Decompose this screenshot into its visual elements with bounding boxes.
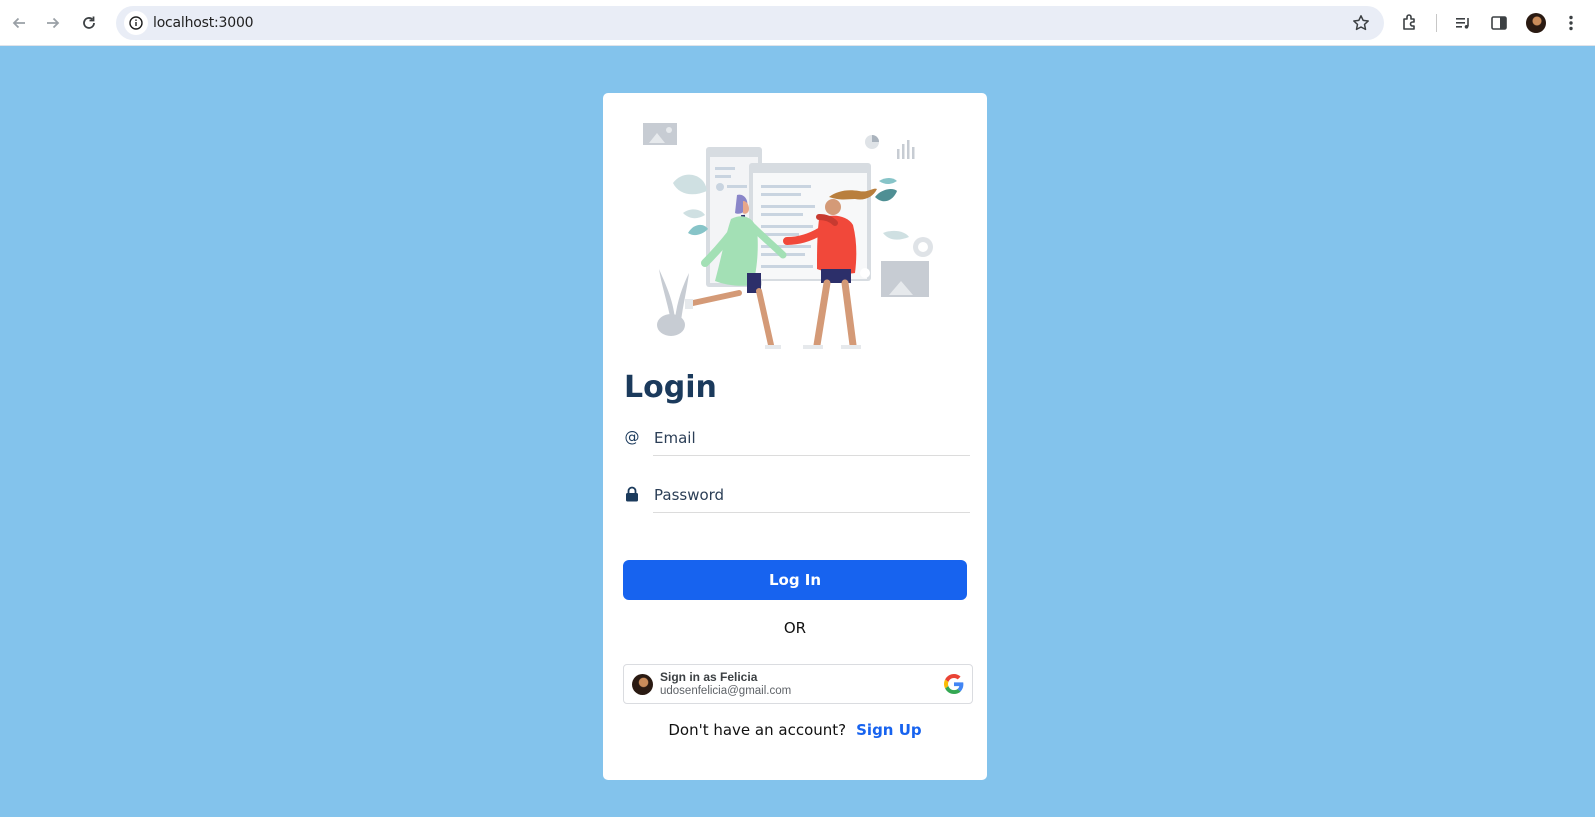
browser-toolbar: localhost:3000 xyxy=(0,0,1595,46)
side-panel-icon[interactable] xyxy=(1488,12,1510,34)
google-logo-icon xyxy=(944,674,964,694)
email-input[interactable] xyxy=(653,420,970,456)
media-control-icon[interactable] xyxy=(1452,12,1474,34)
signup-prompt: Don't have an account? xyxy=(668,721,847,739)
password-input[interactable] xyxy=(653,477,970,513)
profile-avatar[interactable] xyxy=(1526,13,1546,33)
signup-link[interactable]: Sign Up xyxy=(856,721,922,739)
bookmark-star-icon[interactable] xyxy=(1352,14,1370,37)
collaboration-illustration xyxy=(643,123,933,349)
google-account-email: udosenfelicia@gmail.com xyxy=(660,685,792,697)
extensions-icon[interactable] xyxy=(1399,12,1421,34)
email-field: @ xyxy=(623,420,970,470)
url-text[interactable]: localhost:3000 xyxy=(153,15,254,31)
avatar xyxy=(632,674,653,695)
more-menu-icon[interactable] xyxy=(1560,12,1582,34)
forward-button[interactable] xyxy=(40,10,66,36)
signup-row: Don't have an account? Sign Up xyxy=(603,721,987,739)
login-button[interactable]: Log In xyxy=(623,560,967,600)
site-info-icon[interactable] xyxy=(124,11,148,35)
address-bar[interactable]: localhost:3000 xyxy=(116,6,1384,40)
google-account-name: Sign in as Felicia xyxy=(660,670,758,684)
toolbar-divider xyxy=(1436,14,1437,32)
at-sign-icon: @ xyxy=(624,428,640,446)
arrow-right-icon xyxy=(47,17,60,29)
lock-icon xyxy=(623,485,641,503)
password-field xyxy=(623,477,970,527)
back-button[interactable] xyxy=(6,10,32,36)
login-card: Login @ Log In OR Sign in as Felicia udo… xyxy=(603,93,987,780)
or-divider: OR xyxy=(783,619,807,637)
arrow-left-icon xyxy=(12,17,25,29)
google-sign-in-button[interactable]: Sign in as Felicia udosenfelicia@gmail.c… xyxy=(623,664,973,704)
reload-icon xyxy=(83,16,95,29)
page-title: Login xyxy=(624,370,717,405)
reload-button[interactable] xyxy=(76,10,102,36)
